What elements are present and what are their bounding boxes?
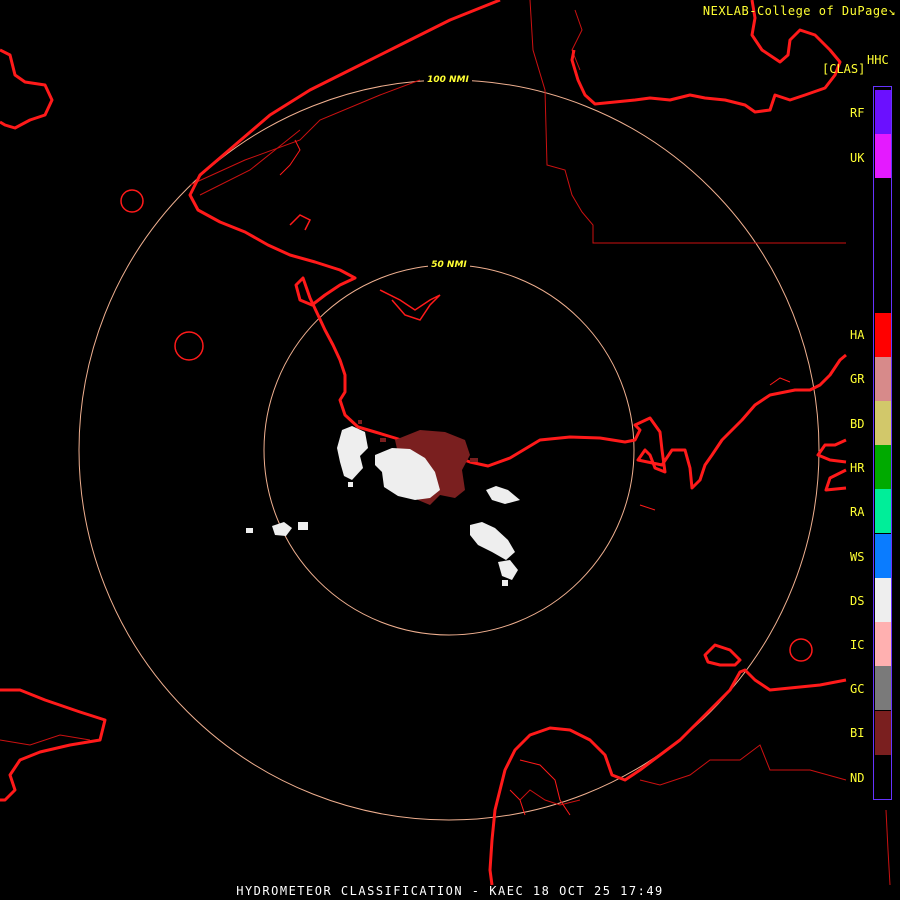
class-header: [CLAS] xyxy=(822,62,866,76)
legend-swatch-ds xyxy=(875,578,891,622)
legend-swatch-gc xyxy=(875,666,891,710)
coast-detail xyxy=(279,139,791,816)
legend-label-gr: GR xyxy=(850,372,865,386)
footer-datetime: 18 OCT 25 17:49 xyxy=(532,884,664,898)
footer-product: HYDROMETEOR CLASSIFICATION xyxy=(236,884,464,898)
legend-swatch-gr xyxy=(875,357,891,401)
legend-label-nd: ND xyxy=(850,771,865,785)
legend-swatch-bi xyxy=(875,711,891,755)
legend-swatch-nd xyxy=(875,755,891,795)
legend-label-ds: DS xyxy=(850,594,865,608)
legend-label-hr: HR xyxy=(850,461,865,475)
legend-swatch-bd xyxy=(875,401,891,445)
legend-label-uk: UK xyxy=(850,151,865,165)
legend-label-ws: WS xyxy=(850,550,865,564)
legend-swatch-ha xyxy=(875,313,891,357)
radar-map: 100 NMI 50 NMI xyxy=(0,0,891,886)
credit-corner-icon: ↘ xyxy=(888,4,896,18)
legend-label-bi: BI xyxy=(850,726,865,740)
legend-label-bd: BD xyxy=(850,417,865,431)
echo-dry-snow xyxy=(246,426,520,586)
color-legend xyxy=(873,86,892,800)
footer-station: KAEC xyxy=(489,884,525,898)
legend-label-ha: HA xyxy=(850,328,865,342)
legend-swatch-ra xyxy=(875,489,891,533)
legend-label-ic: IC xyxy=(850,638,865,652)
legend-swatch-ic xyxy=(875,622,891,666)
range-ring-label-50: 50 NMI xyxy=(431,260,467,270)
legend-label-rf: RF xyxy=(850,106,865,120)
legend-label-ra: RA xyxy=(850,505,865,519)
range-ring-label-100: 100 NMI xyxy=(427,75,469,85)
product-code: HHC xyxy=(867,53,889,67)
footer-separator: - xyxy=(471,884,481,898)
legend-swatch-ws xyxy=(875,534,891,578)
credit-label: NEXLAB-College of DuPage↘ xyxy=(702,4,896,18)
legend-label-gc: GC xyxy=(850,682,865,696)
legend-swatch-hr xyxy=(875,445,891,489)
product-footer: HYDROMETEOR CLASSIFICATION - KAEC 18 OCT… xyxy=(0,884,900,898)
legend-swatch-rf xyxy=(875,90,891,134)
legend-swatch-uk xyxy=(875,134,891,178)
